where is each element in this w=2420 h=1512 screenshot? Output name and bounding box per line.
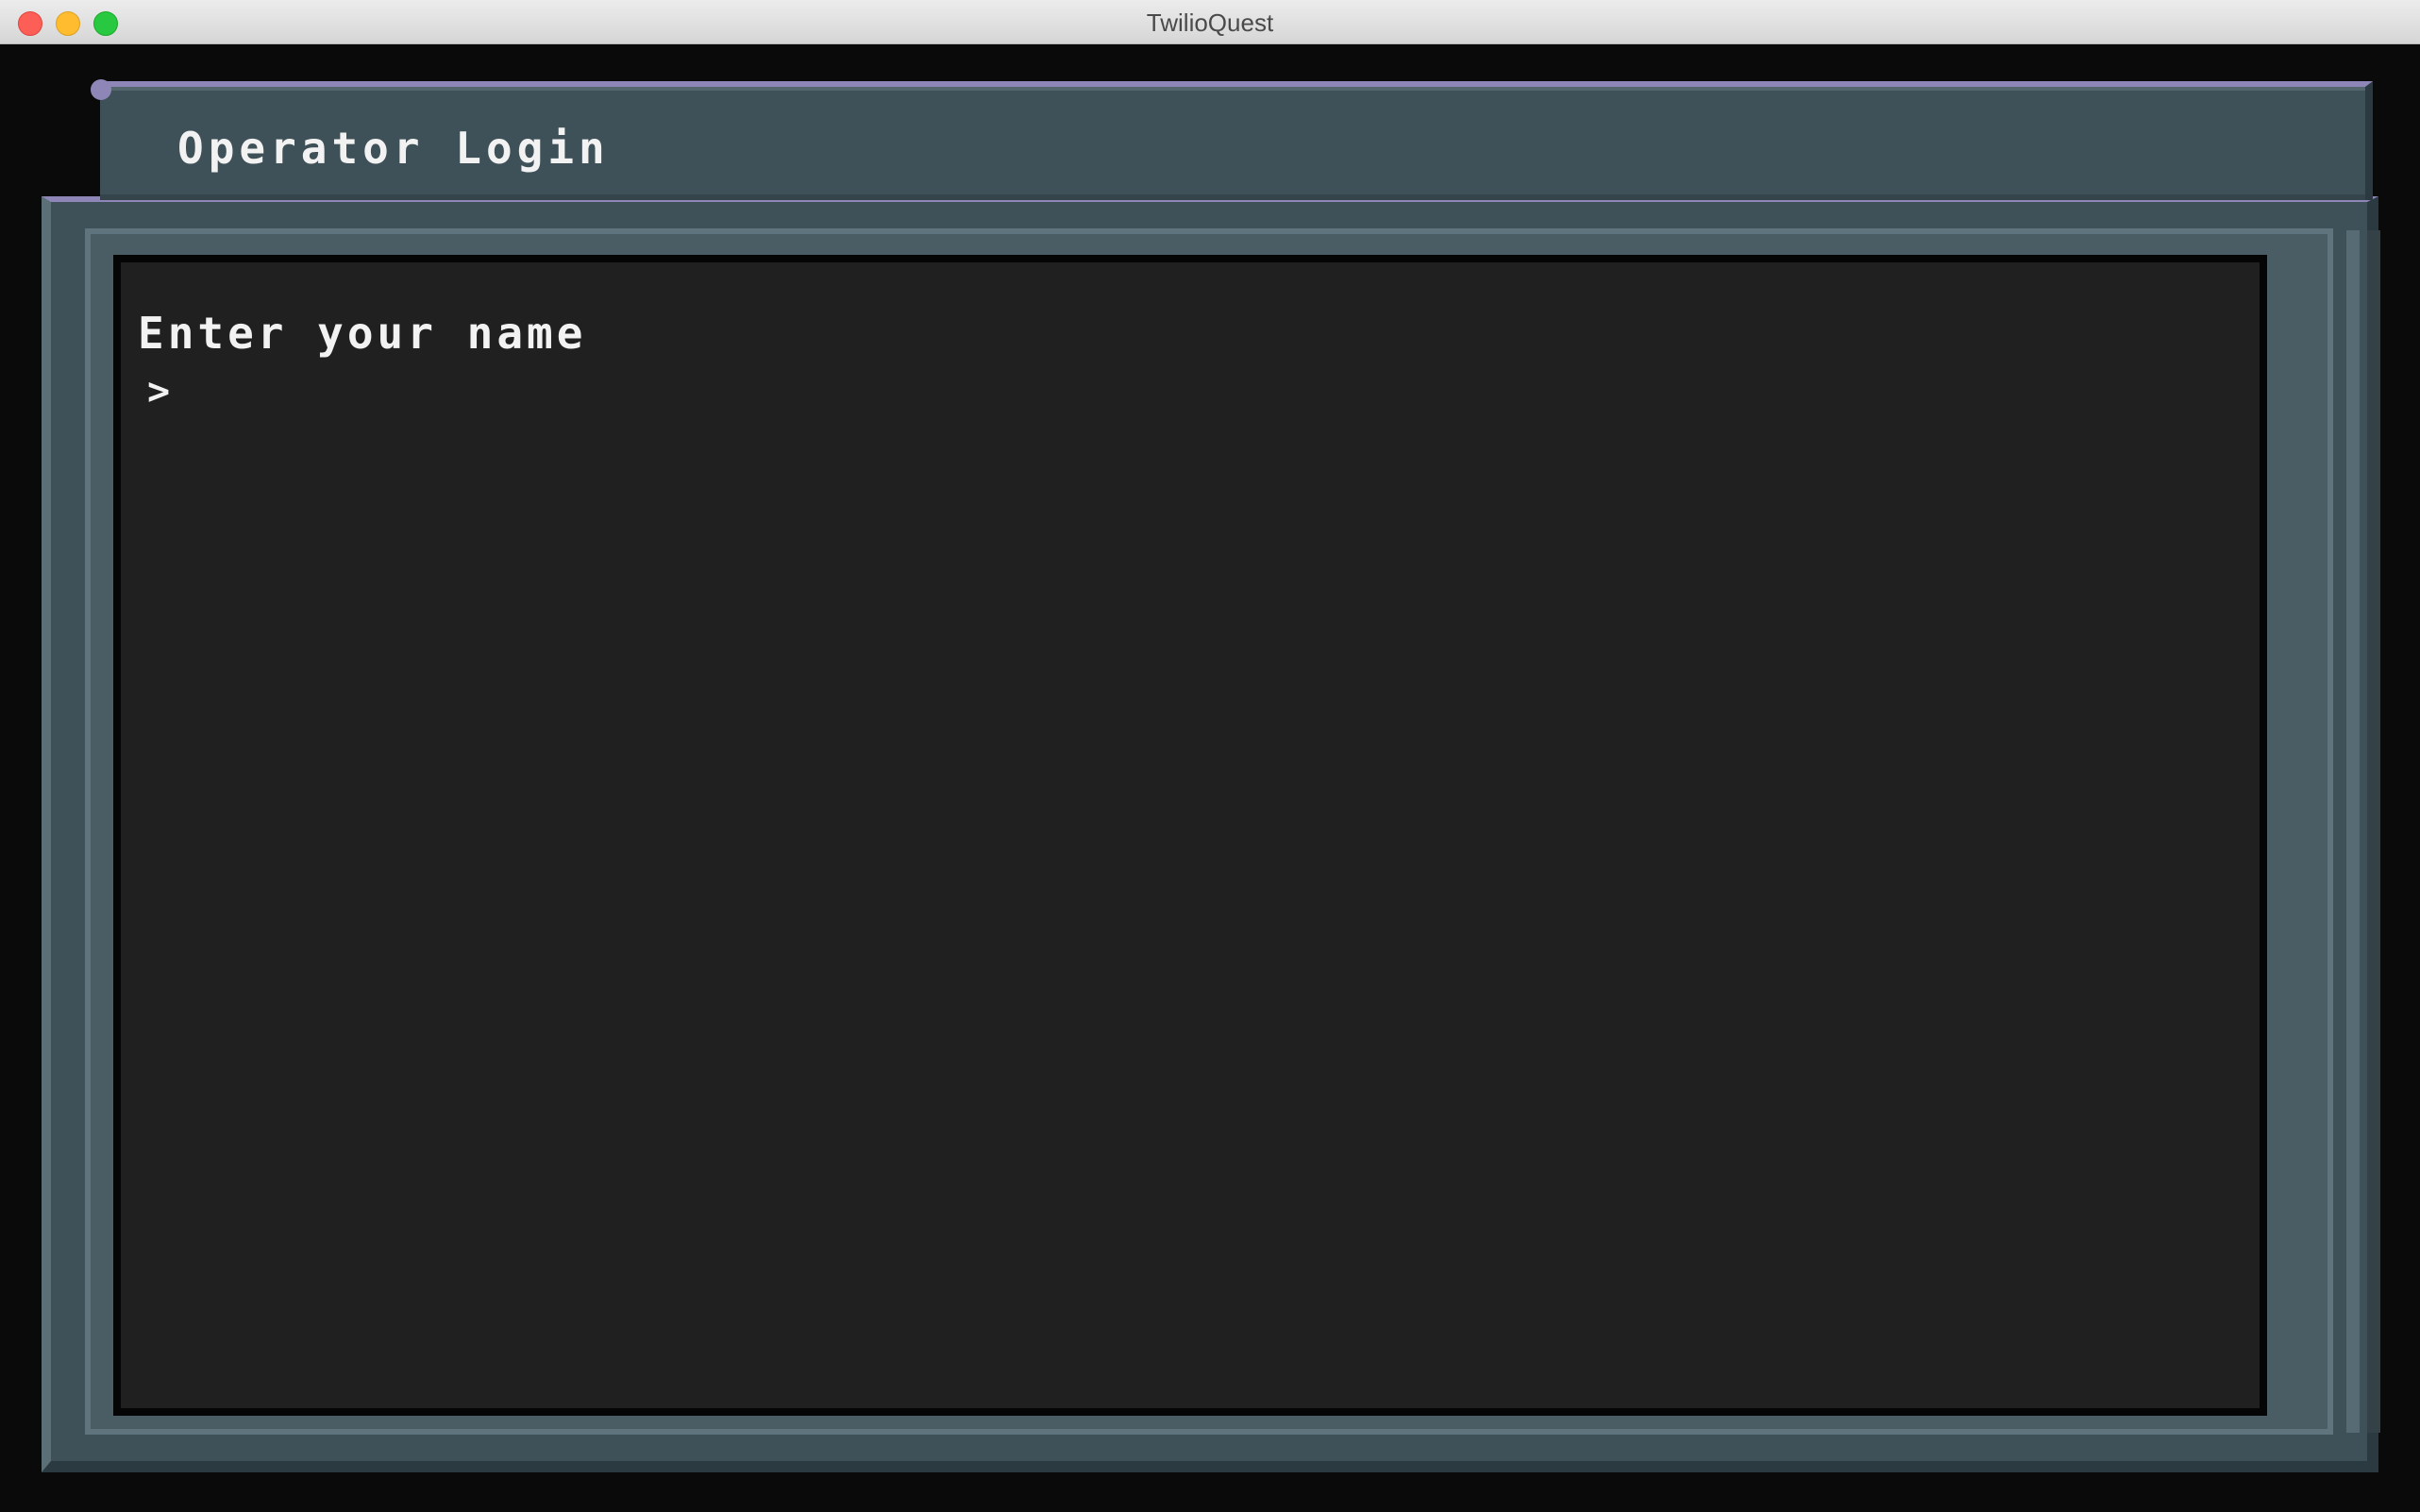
frame-rail — [2346, 230, 2360, 1433]
frame-rail — [2367, 230, 2380, 1433]
prompt-label: Enter your name — [138, 308, 587, 359]
name-input[interactable] — [187, 369, 2170, 414]
panel-header: Operator Login — [91, 79, 2373, 200]
window-titlebar: TwilioQuest — [0, 0, 2420, 44]
chevron-right-icon: > — [147, 370, 171, 413]
window-title: TwilioQuest — [1146, 8, 1274, 37]
prompt-line[interactable]: > — [147, 368, 2170, 415]
terminal-screen[interactable]: Enter your name > — [113, 255, 2267, 1416]
panel-title: Operator Login — [177, 123, 610, 174]
